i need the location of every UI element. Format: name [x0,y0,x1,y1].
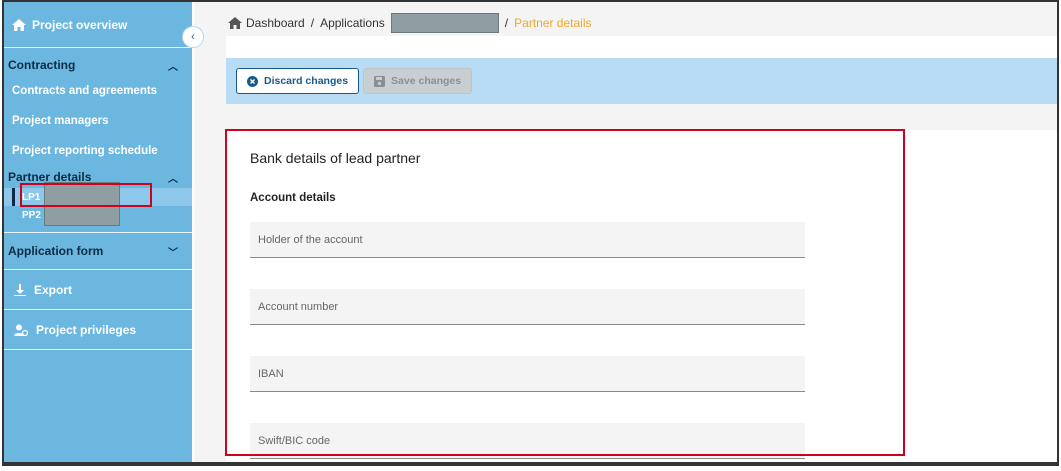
save-changes-button[interactable]: Save changes [363,68,473,94]
sidebar-item-label: Contracts and agreements [12,85,158,97]
collapse-sidebar-button[interactable]: ‹ [182,26,204,48]
breadcrumb-current: Partner details [514,16,592,30]
header-card [226,36,1057,58]
highlight-box [225,129,905,456]
discard-changes-button[interactable]: Discard changes [236,68,360,94]
sidebar-item-label: Project reporting schedule [12,145,158,157]
chevron-down-icon: ﹀ [168,247,178,259]
sidebar-item-project-overview[interactable]: Project overview [4,2,192,48]
sidebar-item-label: PP2 [22,209,41,221]
save-icon [374,75,386,87]
redacted-breadcrumb [390,13,499,33]
app-window: Project overview Contracting ︿ Contracts… [2,0,1059,466]
sidebar-item-project-privileges[interactable]: Project privileges [4,310,192,350]
sidebar-item-reporting-schedule[interactable]: Project reporting schedule [4,136,192,166]
contracting-header[interactable]: Contracting ︿ [4,54,192,76]
home-icon[interactable] [228,17,242,29]
contracting-heading: Contracting [8,58,76,72]
sidebar-item-project-managers[interactable]: Project managers [4,106,192,136]
sidebar-item-label: Export [34,282,73,297]
active-indicator [12,188,15,206]
sidebar-item-label: Project managers [12,115,109,127]
save-label: Save changes [391,75,462,87]
breadcrumb-separator: / [310,16,315,30]
home-icon [12,18,26,31]
highlight-box [20,183,152,207]
application-form-section: Application form ﹀ [4,233,192,270]
cancel-circle-icon [247,75,258,87]
chevron-up-icon: ︿ [168,61,178,73]
sidebar-item-export[interactable]: Export [4,270,192,310]
user-privileges-icon [14,324,28,336]
action-bar: Discard changes Save changes [226,58,1057,104]
breadcrumb-dashboard[interactable]: Dashboard [246,16,305,30]
application-form-header[interactable]: Application form ﹀ [4,233,192,269]
breadcrumb-separator: / [504,16,509,30]
sidebar-item-label: Project overview [32,17,128,32]
chevron-up-icon: ︿ [168,173,178,185]
sidebar: Project overview Contracting ︿ Contracts… [4,2,192,462]
download-icon [14,283,26,296]
sidebar-item-contracts[interactable]: Contracts and agreements [4,76,192,106]
chevron-left-icon: ‹ [191,31,195,43]
breadcrumb-applications[interactable]: Applications [320,16,385,30]
application-form-heading: Application form [8,244,104,258]
discard-label: Discard changes [264,75,349,87]
sidebar-item-label: Project privileges [36,322,137,337]
breadcrumb: Dashboard / Applications / Partner detai… [228,13,592,33]
